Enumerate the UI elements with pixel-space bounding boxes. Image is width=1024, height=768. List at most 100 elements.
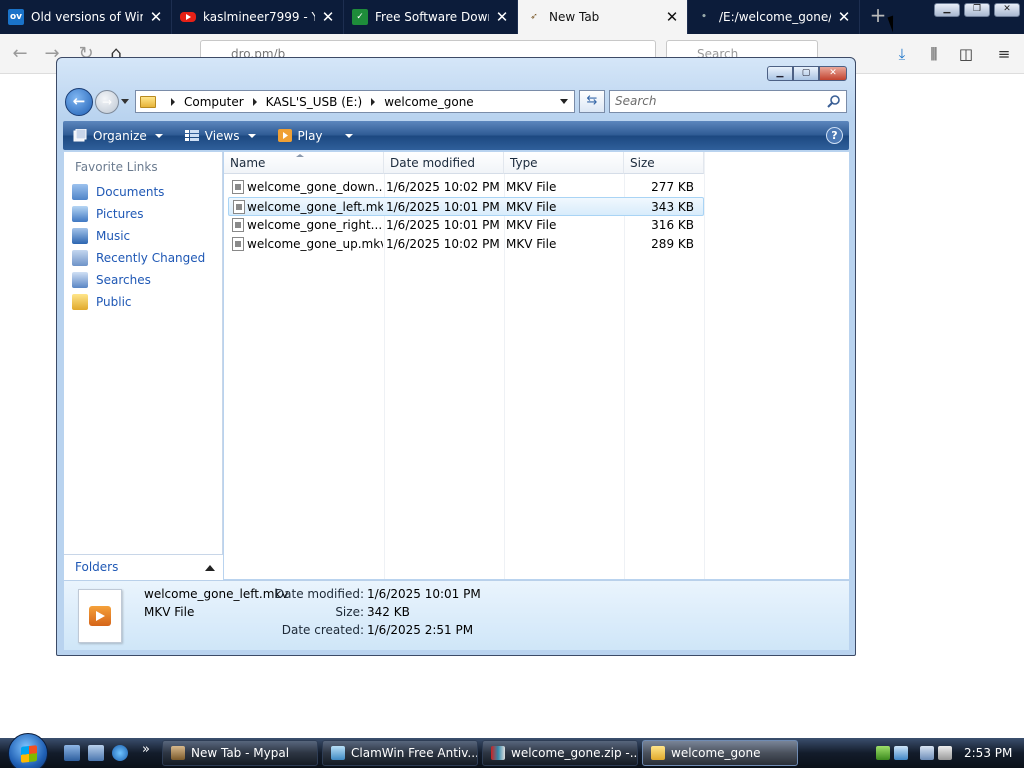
breadcrumb-separator-icon[interactable] <box>171 97 175 106</box>
file-row[interactable]: welcome_gone_up.mkv 1/6/2025 10:02 PM MK… <box>228 235 704 254</box>
folders-label: Folders <box>75 560 119 574</box>
maximize-button[interactable]: ▢ <box>793 66 819 81</box>
file-size: 277 KB <box>651 180 694 194</box>
taskbar-button-explorer[interactable]: welcome_gone <box>642 740 798 766</box>
tab-close-icon[interactable]: ✕ <box>665 10 679 25</box>
nav-link-searches[interactable]: Searches <box>72 270 151 290</box>
nav-link-label: Public <box>96 295 132 309</box>
nav-link-documents[interactable]: Documents <box>72 182 164 202</box>
nav-link-music[interactable]: Music <box>72 226 130 246</box>
nav-link-recently-changed[interactable]: Recently Changed <box>72 248 205 268</box>
menu-hamburger-icon[interactable]: ≡ <box>992 42 1016 66</box>
download-icon[interactable]: ⤓ <box>890 42 914 66</box>
file-size: 289 KB <box>651 237 694 251</box>
taskbar-button-mypal[interactable]: New Tab - Mypal <box>162 740 318 766</box>
column-header-date[interactable]: Date modified <box>384 152 504 174</box>
file-list: Name Date modified Type Size welcome_gon… <box>224 152 849 579</box>
file-row[interactable]: welcome_gone_down.... 1/6/2025 10:02 PM … <box>228 178 704 197</box>
column-header-type[interactable]: Type <box>504 152 624 174</box>
play-button[interactable]: Play <box>277 129 335 143</box>
details-filetype: MKV File <box>144 605 195 619</box>
oldversion-favicon-icon: ov <box>8 9 24 25</box>
nav-link-pictures[interactable]: Pictures <box>72 204 144 224</box>
views-button[interactable]: Views <box>184 129 268 143</box>
new-tab-button[interactable]: + <box>868 5 888 26</box>
window-controls: ▁ ▢ ✕ <box>767 66 847 81</box>
system-tray: 2:53 PM <box>870 740 1024 766</box>
breadcrumb-folder[interactable]: welcome_gone <box>384 95 474 109</box>
play-dropdown-button[interactable] <box>344 133 365 138</box>
tab-title: Old versions of Windo <box>31 10 143 24</box>
clamwin-tray-icon[interactable] <box>894 746 908 760</box>
nav-link-label: Music <box>96 229 131 243</box>
help-icon[interactable]: ? <box>826 127 843 144</box>
nav-link-label: Documents <box>96 185 165 199</box>
tab-close-icon[interactable]: ✕ <box>321 10 335 25</box>
nav-link-label: Recently Changed <box>96 251 206 265</box>
mkv-file-icon <box>232 180 244 194</box>
browser-tab-strip: ov Old versions of Windo ✕ kaslmineer799… <box>0 0 1024 34</box>
tab-old-versions[interactable]: ov Old versions of Windo ✕ <box>0 0 172 34</box>
column-header-name[interactable]: Name <box>224 152 384 174</box>
taskbar-button-winrar[interactable]: welcome_gone.zip -... <box>482 740 638 766</box>
recent-pages-dropdown-icon[interactable] <box>121 99 129 104</box>
back-arrow-icon[interactable]: ← <box>8 42 32 66</box>
switch-windows-icon[interactable] <box>88 745 104 761</box>
network-icon[interactable] <box>920 746 934 760</box>
mkv-file-icon <box>232 237 244 251</box>
organize-button[interactable]: Organize <box>73 129 175 143</box>
column-separator <box>704 152 705 579</box>
tab-new-tab[interactable]: ➶ New Tab ✕ <box>518 0 688 34</box>
tab-youtube[interactable]: kaslmineer7999 - You ✕ <box>172 0 344 34</box>
search-input[interactable]: Search <box>609 90 847 113</box>
breadcrumb-separator-icon[interactable] <box>371 97 376 106</box>
nav-link-public[interactable]: Public <box>72 292 132 312</box>
internet-explorer-icon[interactable] <box>112 745 128 761</box>
tab-free-software[interactable]: ✓ Free Software Downlo ✕ <box>344 0 518 34</box>
documents-icon <box>72 184 88 200</box>
back-button[interactable]: ← <box>65 88 93 116</box>
file-date: 1/6/2025 10:01 PM <box>386 218 500 232</box>
tab-local-file[interactable]: • /E:/welcome_gone/w ✕ <box>688 0 860 34</box>
fsd-favicon-icon: ✓ <box>352 9 368 25</box>
folders-toggle[interactable]: Folders <box>64 554 223 580</box>
address-bar[interactable]: Computer KASL'S_USB (E:) welcome_gone <box>135 90 575 113</box>
quick-launch-more-icon[interactable]: » <box>142 742 150 757</box>
browser-minimize-button[interactable]: ▁ <box>934 3 960 17</box>
tab-close-icon[interactable]: ✕ <box>149 10 163 25</box>
youtube-favicon-icon <box>180 12 196 22</box>
search-icon[interactable] <box>827 94 841 108</box>
folder-icon <box>140 95 156 108</box>
start-button[interactable] <box>8 733 48 768</box>
breadcrumb-drive[interactable]: KASL'S_USB (E:) <box>266 95 363 109</box>
breadcrumb-computer[interactable]: Computer <box>184 95 244 109</box>
sidebar-icon[interactable]: ◫ <box>954 42 978 66</box>
browser-close-button[interactable]: ✕ <box>994 3 1020 17</box>
taskbar: » New Tab - Mypal ClamWin Free Antiv... … <box>0 733 1024 768</box>
taskbar-label: ClamWin Free Antiv... <box>351 746 478 760</box>
column-label: Name <box>230 156 266 170</box>
file-row-selected[interactable]: welcome_gone_left.mkv 1/6/2025 10:01 PM … <box>228 197 704 216</box>
browser-restore-button[interactable]: ❐ <box>964 3 990 17</box>
close-button[interactable]: ✕ <box>819 66 847 81</box>
address-dropdown-icon[interactable] <box>560 99 568 104</box>
pictures-icon <box>72 206 88 222</box>
tab-close-icon[interactable]: ✕ <box>837 10 851 25</box>
show-desktop-icon[interactable] <box>64 745 80 761</box>
clock[interactable]: 2:53 PM <box>964 740 1012 766</box>
refresh-button[interactable]: ⇆ <box>579 90 605 113</box>
security-shield-icon[interactable] <box>876 746 890 760</box>
breadcrumb-separator-icon[interactable] <box>252 97 257 106</box>
minimize-button[interactable]: ▁ <box>767 66 793 81</box>
volume-muted-icon[interactable] <box>938 746 952 760</box>
tab-close-icon[interactable]: ✕ <box>495 10 509 25</box>
date-created-value: 1/6/2025 2:51 PM <box>367 623 474 637</box>
forward-button[interactable]: → <box>95 90 119 114</box>
library-icon[interactable]: ⫼ <box>922 42 946 66</box>
taskbar-button-clamwin[interactable]: ClamWin Free Antiv... <box>322 740 478 766</box>
file-row[interactable]: welcome_gone_right.... 1/6/2025 10:01 PM… <box>228 216 704 235</box>
size-label: Size: <box>335 605 364 619</box>
searches-icon <box>72 272 88 288</box>
column-header-size[interactable]: Size <box>624 152 704 174</box>
date-created-label: Date created: <box>281 623 364 637</box>
